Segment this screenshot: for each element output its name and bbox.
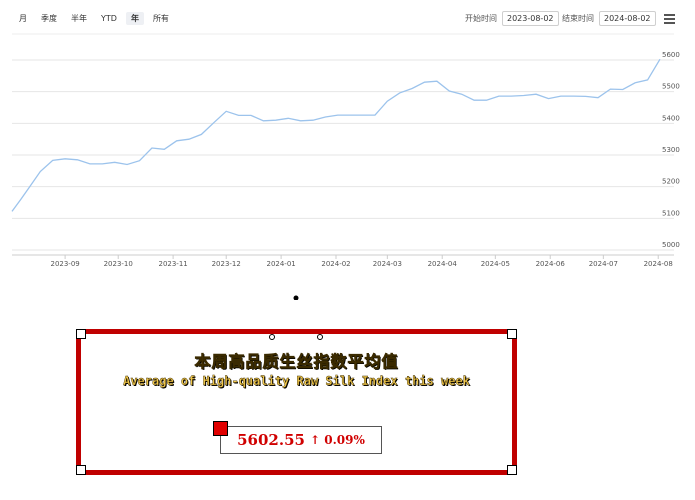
x-tick-label: 2023-10 <box>104 260 133 268</box>
x-tick-label: 2024-08 <box>644 260 673 268</box>
callout-title-chinese: 本周高品质生丝指数平均值 <box>194 352 399 372</box>
callout-pointer <box>293 295 299 300</box>
y-tick-label: 5000 <box>662 241 680 249</box>
series-line <box>11 58 661 212</box>
corner-marker <box>507 329 517 339</box>
x-tick-label: 2024-05 <box>481 260 510 268</box>
x-tick-label: 2024-02 <box>321 260 350 268</box>
corner-marker <box>507 465 517 475</box>
value-marker-square <box>213 421 228 436</box>
index-value: 5602.55 <box>237 431 305 449</box>
x-tick-label: 2023-11 <box>158 260 187 268</box>
index-value-box: 5602.55 ↑ 0.09% <box>220 426 382 454</box>
x-tick-label: 2024-03 <box>373 260 402 268</box>
series-layer <box>11 58 661 212</box>
index-callout-box: 本周高品质生丝指数平均值 Average of High-quality Raw… <box>76 329 517 475</box>
line-chart: 2023-09 2023-10 2023-11 2023-12 2024-01 2024-… <box>11 33 680 300</box>
callout-title-english: Average of High-quality Raw Silk Index t… <box>123 374 470 388</box>
pointer-dot-top <box>293 295 299 300</box>
x-tick-label: 2024-06 <box>536 260 566 268</box>
y-tick-label: 5300 <box>662 146 680 154</box>
index-change: ↑ 0.09% <box>309 433 365 447</box>
y-tick-label: 5600 <box>662 51 680 59</box>
y-tick-label: 5400 <box>662 114 680 122</box>
x-tick-label: 2023-09 <box>50 260 79 268</box>
corner-marker <box>76 465 86 475</box>
x-axis: 2023-09 2023-10 2023-11 2023-12 2024-01 2024-… <box>12 254 674 268</box>
y-axis: 5000 5100 5200 5300 5400 5500 5600 <box>662 51 680 249</box>
grid-lines <box>12 33 674 251</box>
y-tick-label: 5500 <box>662 83 680 91</box>
x-tick-label: 2023-12 <box>212 260 241 268</box>
y-tick-label: 5200 <box>662 178 680 186</box>
x-tick-label: 2024-01 <box>266 260 295 268</box>
corner-marker <box>76 329 86 339</box>
x-tick-label: 2024-07 <box>589 260 618 268</box>
x-tick-label: 2024-04 <box>428 260 458 268</box>
y-tick-label: 5100 <box>662 209 680 217</box>
